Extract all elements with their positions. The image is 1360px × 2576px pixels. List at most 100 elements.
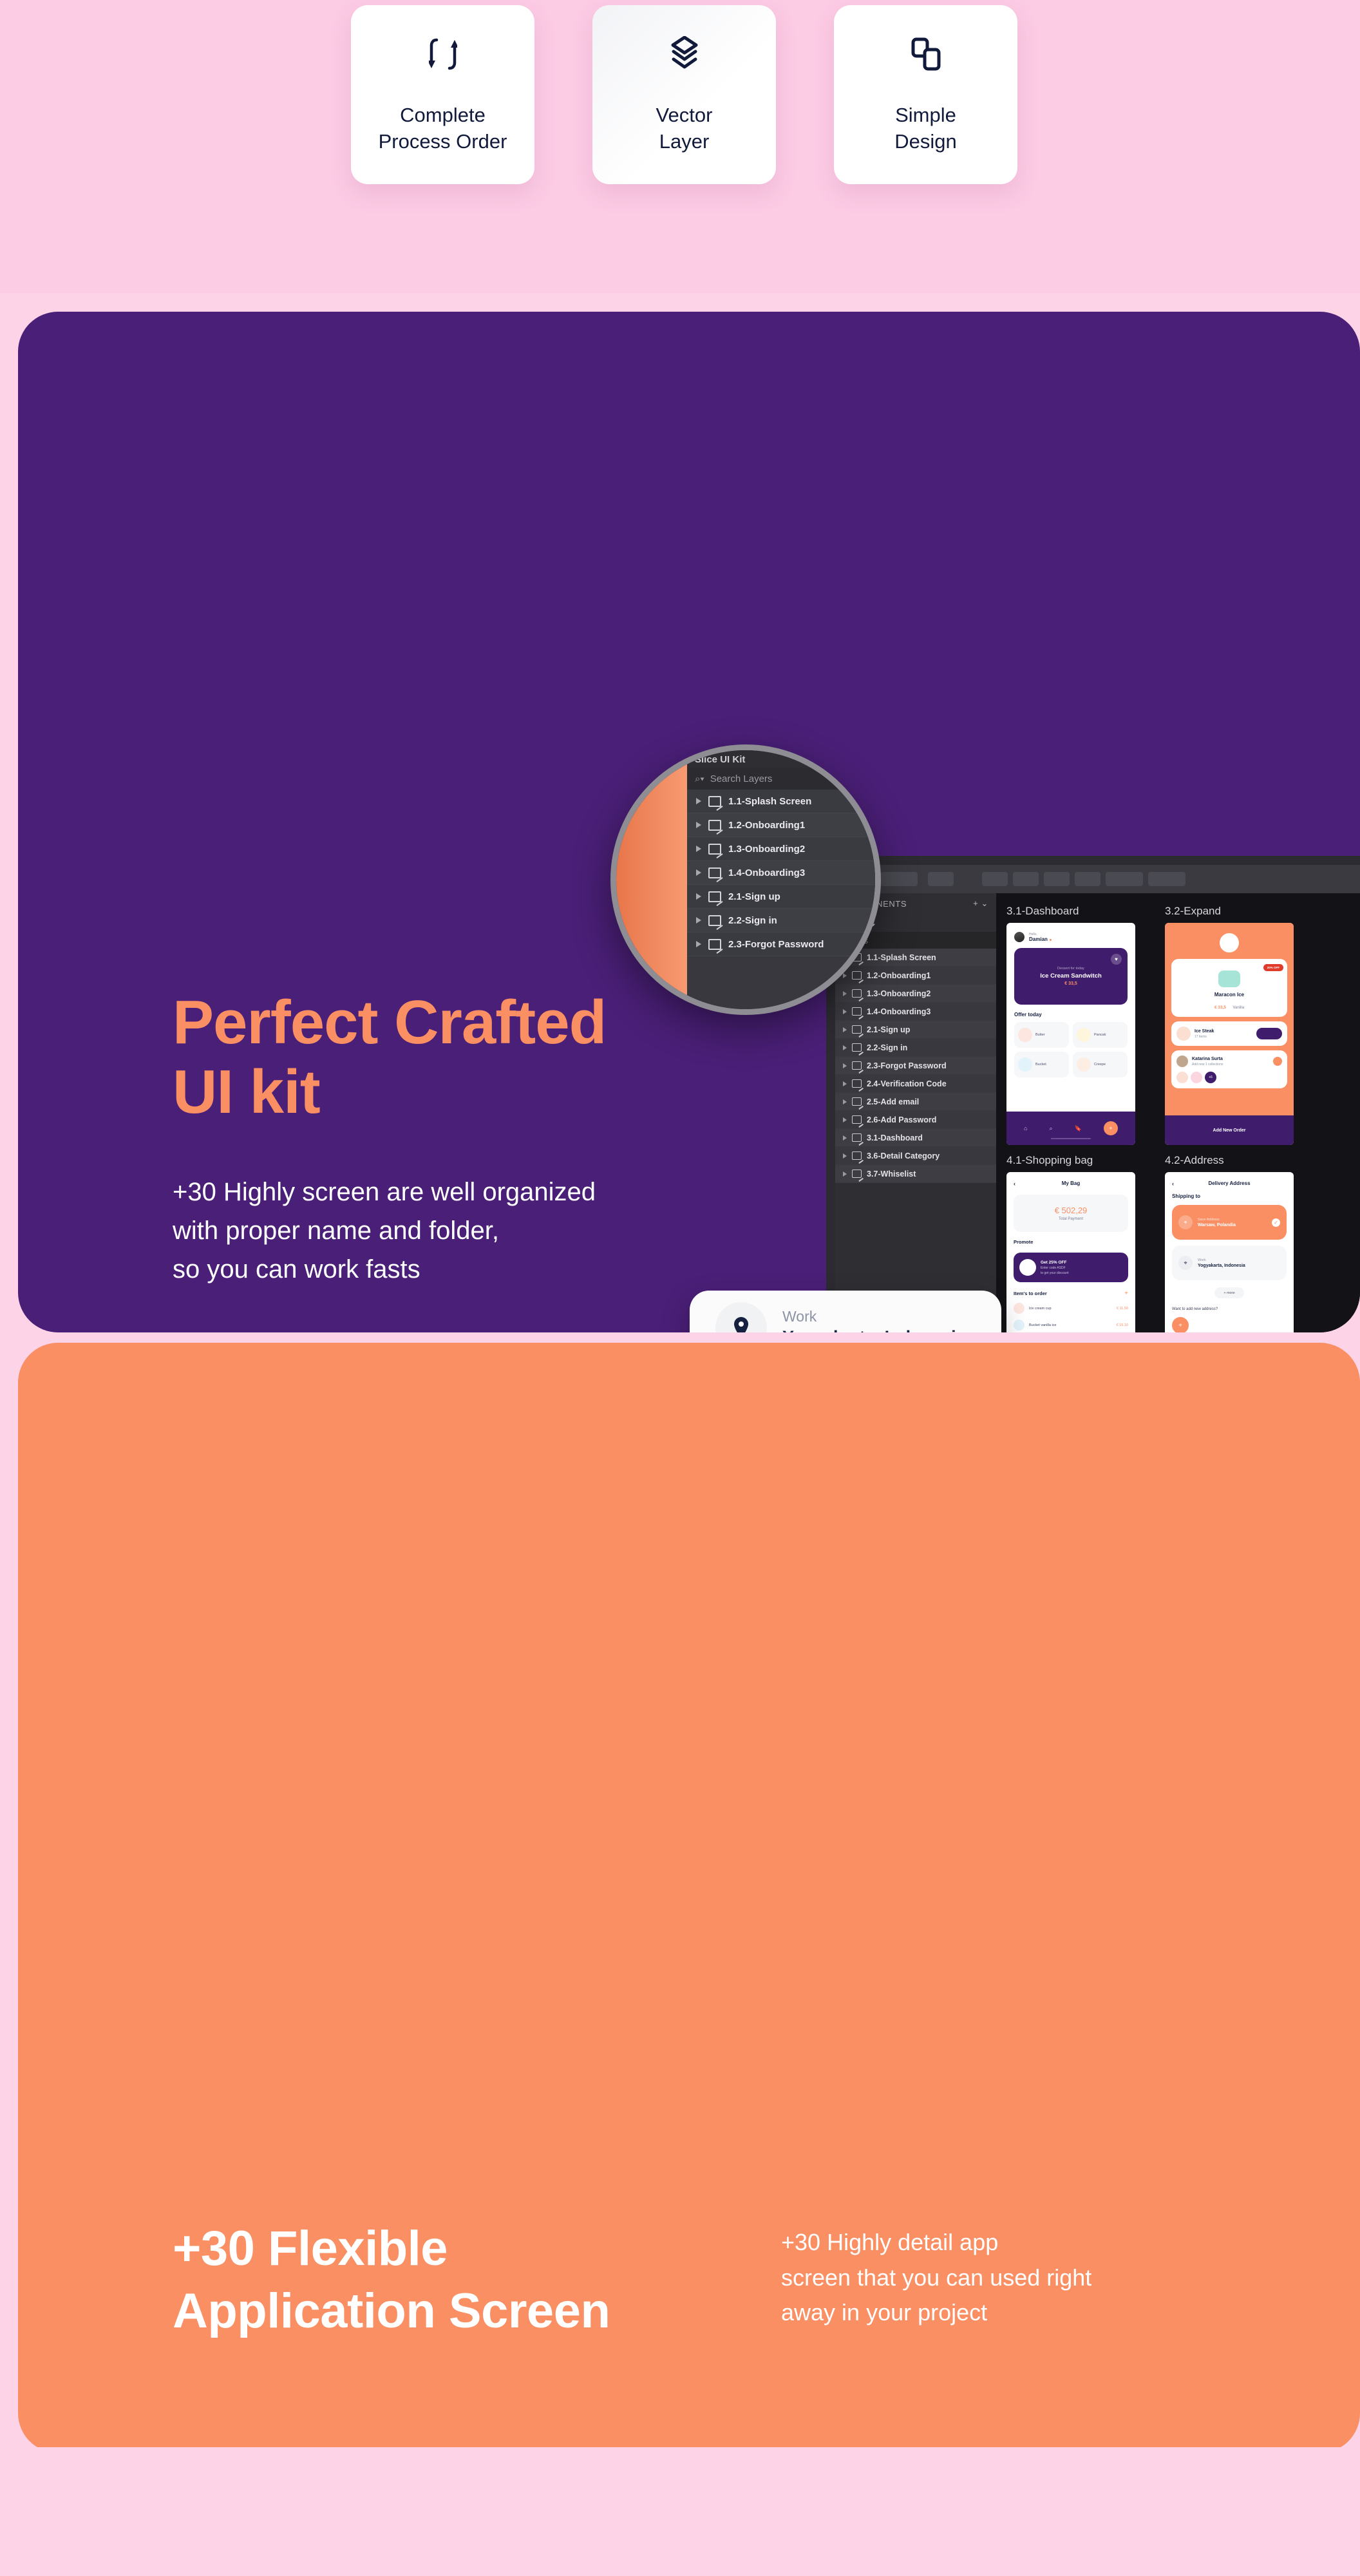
offer-tile[interactable]: Pancak (1073, 1022, 1128, 1048)
more-button[interactable]: + more (1214, 1287, 1244, 1298)
product-row[interactable]: Ice Steak 17 items (1171, 1021, 1287, 1046)
add-address-button[interactable]: + (1172, 1317, 1189, 1332)
add-component-icon[interactable]: + ⌄ (973, 898, 988, 909)
promote-label: Promote (1014, 1239, 1034, 1245)
layer-name: 3.6-Detail Category (867, 1151, 940, 1160)
magnified-layer-row[interactable]: 1.4-Onboarding3 (687, 861, 875, 885)
magnified-layer-row[interactable]: 1.1-Splash Screen (687, 790, 875, 813)
layer-row[interactable]: 2.5-Add email (835, 1093, 996, 1111)
row-sub: 17 items (1195, 1034, 1207, 1039)
toolbar-button[interactable] (1013, 872, 1039, 886)
offer-tile[interactable]: Butter (1014, 1022, 1069, 1048)
collection-row[interactable]: Katarina Surta Add new 1 collections +6 (1171, 1050, 1287, 1088)
more-count: +6 (1205, 1072, 1216, 1083)
toolbar-button[interactable] (1148, 872, 1185, 886)
layer-row[interactable]: 3.1-Dashboard (835, 1129, 996, 1147)
feature-card-list: Complete Process Order Vector Layer Simp… (351, 5, 1017, 184)
layer-row[interactable]: 2.6-Add Password (835, 1111, 996, 1129)
layer-row[interactable]: 3.6-Detail Category (835, 1147, 996, 1165)
bag-item[interactable]: Ice cream cup € 11.50 (1014, 1303, 1128, 1314)
feature-card-vector-layer[interactable]: Vector Layer (592, 5, 776, 184)
offer-tile-label: Bucket (1035, 1063, 1046, 1066)
bottom-nav[interactable]: ⌂ ⌕ 🔖 + (1006, 1112, 1135, 1145)
artboard-icon (708, 843, 721, 855)
address-card[interactable]: ⌖ Work Yogyakarta, Indonesia (1172, 1245, 1287, 1280)
toolbar-button[interactable] (1106, 872, 1143, 886)
layer-name: 2.5-Add email (867, 1097, 920, 1106)
chevron-right-icon[interactable] (696, 941, 701, 947)
feature-card-simple-design[interactable]: Simple Design (834, 5, 1017, 184)
chevron-right-icon[interactable] (696, 869, 701, 876)
magnified-layer-row[interactable]: 2.1-Sign up (687, 885, 875, 909)
offer-tile[interactable]: Bucket (1014, 1052, 1069, 1077)
chevron-right-icon[interactable] (843, 1009, 847, 1014)
item-price: € 11.50 (1117, 1306, 1128, 1311)
artboard-address[interactable]: 4.2-Address ‹ Delivery Address Shipping … (1165, 1154, 1294, 1332)
artboard-icon (708, 891, 721, 902)
layer-row[interactable]: 2.3-Forgot Password (835, 1057, 996, 1075)
address-card-selected[interactable]: ⌖ Save Address Warsaw, Polandia ✓ (1172, 1205, 1287, 1240)
chevron-right-icon[interactable] (843, 1063, 847, 1068)
laptop-screen: COMPONENTS + ⌄ UI Kit ⌄ Layers 1.1-Splas… (826, 856, 1360, 1332)
chevron-right-icon[interactable] (843, 1135, 847, 1141)
add-fab-icon[interactable]: + (1103, 1121, 1118, 1135)
artboard-dashboard[interactable]: 3.1-Dashboard Hello, Damian ♥ Dessert fo… (1006, 905, 1135, 1145)
toolbar-button[interactable] (928, 872, 954, 886)
layer-name: 3.1-Dashboard (867, 1133, 923, 1142)
bag-item[interactable]: Bucket vanilla ice € 15.10 (1014, 1320, 1128, 1331)
chevron-right-icon[interactable] (843, 1153, 847, 1159)
chevron-right-icon[interactable] (843, 1117, 847, 1122)
magnified-layer-row[interactable]: 2.2-Sign in (687, 909, 875, 933)
artboard-expand[interactable]: 3.2-Expand 20% OFF Maracon Ice € 33,5 Va… (1165, 905, 1294, 1145)
chevron-right-icon[interactable] (843, 1027, 847, 1032)
add-new-order-button[interactable]: Add New Order (1165, 1115, 1294, 1145)
bookmark-icon[interactable]: 🔖 (1075, 1125, 1082, 1132)
hero-card[interactable]: ♥ Dessert for today Ice Cream Sandwitch … (1014, 948, 1128, 1005)
magnified-layer-row[interactable]: 1.3-Onboarding2 (687, 837, 875, 861)
toolbar-button[interactable] (880, 872, 918, 886)
home-icon[interactable]: ⌂ (1024, 1125, 1027, 1132)
product-flavour: Vanilla (1232, 1006, 1245, 1010)
toolbar-button[interactable] (982, 872, 1008, 886)
layer-name: 2.1-Sign up (728, 891, 780, 902)
promo-card[interactable]: Get 25% OFF Enter code ASDF to get your … (1014, 1253, 1128, 1282)
magnified-layer-row[interactable]: 1.2-Onboarding1 (687, 813, 875, 837)
copy-frames-icon (911, 34, 941, 74)
feature-card-label: Vector Layer (656, 104, 713, 153)
row-title: Ice Steak (1195, 1028, 1214, 1034)
chevron-right-icon[interactable] (843, 1081, 847, 1086)
chevron-right-icon[interactable] (696, 893, 701, 900)
chevron-right-icon[interactable] (696, 917, 701, 923)
avatar (1014, 932, 1025, 942)
chevron-left-icon[interactable]: ‹ (1172, 1180, 1174, 1187)
chevron-right-icon[interactable] (843, 1099, 847, 1104)
chevron-right-icon[interactable] (696, 846, 701, 852)
toolbar-button[interactable] (1044, 872, 1070, 886)
work-address-chip[interactable]: Work Yogyakarta, Indonesia (690, 1291, 1001, 1332)
row-sub: Add new 1 collections (1192, 1062, 1223, 1066)
layer-row[interactable]: 2.4-Verification Code (835, 1075, 996, 1093)
product-card[interactable]: 20% OFF Maracon Ice € 33,5 Vanilla (1171, 959, 1287, 1017)
feature-card-complete-process-order[interactable]: Complete Process Order (351, 5, 534, 184)
chevron-left-icon[interactable]: ‹ (1014, 1180, 1015, 1187)
layer-row[interactable]: 2.1-Sign up (835, 1021, 996, 1039)
layers-search-input[interactable]: ⌕▾ Search Layers (687, 768, 875, 790)
layer-name: 1.3-Onboarding2 (867, 989, 931, 998)
chevron-right-icon[interactable] (696, 798, 701, 804)
layer-row[interactable]: 2.2-Sign in (835, 1039, 996, 1057)
search-icon[interactable]: ⌕ (1050, 1125, 1053, 1132)
collapse-button[interactable] (1220, 933, 1239, 952)
artboard-shopping-bag[interactable]: 4.1-Shopping bag ‹ My Bag € 502,29 Total… (1006, 1154, 1135, 1332)
chevron-right-icon[interactable] (843, 1045, 847, 1050)
toolbar-button[interactable] (1075, 872, 1100, 886)
layer-row[interactable]: 3.7-Whiselist (835, 1165, 996, 1183)
heart-filled-icon[interactable]: ♥ (1111, 954, 1122, 965)
plus-icon[interactable]: + (1124, 1290, 1128, 1297)
chevron-right-icon[interactable] (843, 1171, 847, 1177)
magnified-layer-row[interactable]: 2.3-Forgot Password (687, 933, 875, 956)
offer-tile[interactable]: Creepe (1073, 1052, 1128, 1077)
chevron-right-icon[interactable] (696, 822, 701, 828)
user-name: Damian (1029, 936, 1052, 942)
address-value: Yogyakarta, Indonesia (1198, 1263, 1245, 1268)
address-value: Warsaw, Polandia (1198, 1222, 1236, 1227)
